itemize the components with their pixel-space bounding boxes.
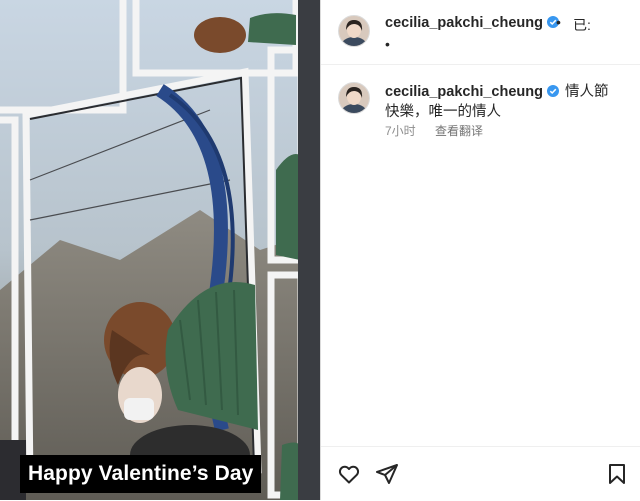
header-second-dot: •: [385, 36, 390, 52]
post-image: [0, 0, 322, 500]
post-header: cecilia_pakchi_cheung • 已: •: [321, 0, 640, 65]
header-avatar[interactable]: [338, 15, 370, 47]
header-username-text[interactable]: cecilia_pakchi_cheung: [385, 15, 543, 31]
heart-icon[interactable]: [337, 462, 361, 486]
comment-timestamp[interactable]: 7小时: [385, 124, 416, 138]
post-actions: [321, 446, 640, 501]
paper-plane-icon[interactable]: [375, 462, 399, 486]
comment-body: cecilia_pakchi_cheung 情人節 快樂，唯一的情人: [385, 82, 635, 122]
comment-username-text[interactable]: cecilia_pakchi_cheung: [385, 84, 543, 100]
avatar-image: [339, 83, 369, 113]
caption-line1: 情人節: [564, 84, 609, 100]
bookmark-icon[interactable]: [605, 462, 629, 486]
avatar-image: [339, 16, 369, 46]
comment-meta: 7小时 查看翻译: [385, 122, 483, 139]
header-separator: •: [556, 14, 561, 30]
post-side-panel: cecilia_pakchi_cheung • 已: • cecilia_pak…: [321, 0, 640, 500]
post-media[interactable]: Happy Valentine’s Day: [0, 0, 322, 500]
comment-avatar[interactable]: [338, 82, 370, 114]
media-caption-text: Happy Valentine’s Day: [20, 455, 262, 493]
comment-username[interactable]: cecilia_pakchi_cheung: [385, 84, 559, 100]
header-username[interactable]: cecilia_pakchi_cheung: [385, 15, 559, 31]
verified-badge-icon: [546, 85, 559, 97]
following-status-button[interactable]: 已:: [573, 15, 591, 35]
see-translation-button[interactable]: 查看翻译: [435, 124, 483, 138]
caption-line2: 快樂，唯一的情人: [385, 104, 501, 120]
